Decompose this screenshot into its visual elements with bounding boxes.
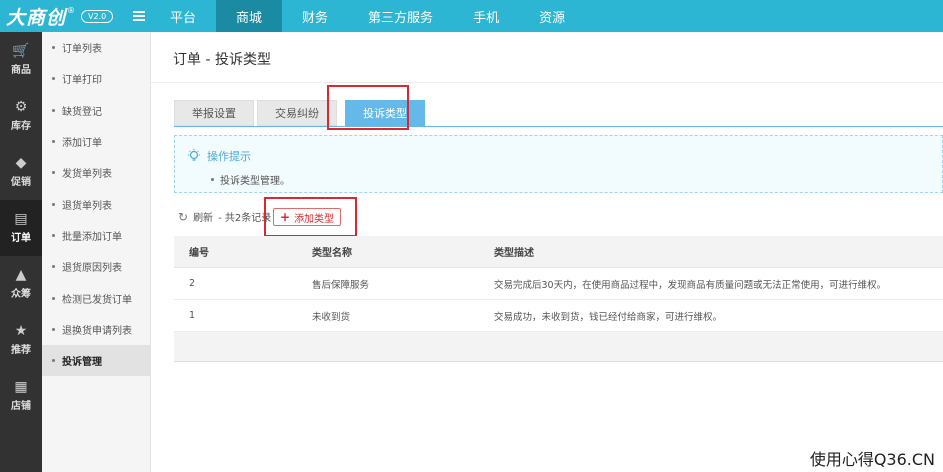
sidebar-label: 推荐 <box>11 345 31 356</box>
tag-icon: ◆ <box>15 155 27 171</box>
registered-mark: ® <box>67 6 76 15</box>
refresh-icon[interactable]: ↻ <box>178 210 188 224</box>
highlight-box-add <box>264 197 357 237</box>
cell-description: 交易成功，未收到货，钱已经付给商家，可进行维权。 <box>494 311 723 323</box>
tip-box: 操作提示 投诉类型管理。 <box>174 135 943 193</box>
submenu-order-print[interactable]: 订单打印 <box>42 63 150 94</box>
submenu-sidebar: 订单列表 订单打印 缺货登记 添加订单 发货单列表 退货单列表 批量添加订单 退… <box>42 32 151 472</box>
submenu-batch-add[interactable]: 批量添加订单 <box>42 220 150 251</box>
menu-toggle-icon[interactable] <box>133 11 146 21</box>
sidebar-item-stock[interactable]: ⚙ 库存 <box>0 88 42 144</box>
nav-finance[interactable]: 财务 <box>282 0 348 32</box>
icon-sidebar: 🛒 商品 ⚙ 库存 ◆ 促销 ▤ 订单 ▲ 众筹 ★ 推荐 ▦ 店铺 <box>0 32 42 472</box>
table-header: 编号 类型名称 类型描述 <box>174 236 943 268</box>
tab-underline <box>174 126 943 127</box>
cart-icon: 🛒 <box>12 43 30 59</box>
table-row[interactable]: 1 未收到货 交易成功，未收到货，钱已经付给商家，可进行维权。 <box>174 300 943 332</box>
submenu-delivery-list[interactable]: 发货单列表 <box>42 157 150 188</box>
complaint-types-table: 编号 类型名称 类型描述 2 售后保障服务 交易完成后30天内，在使用商品过程中… <box>174 236 943 362</box>
sidebar-label: 订单 <box>11 233 31 244</box>
sidebar-label: 库存 <box>11 121 31 132</box>
mountain-icon: ▲ <box>15 267 27 283</box>
submenu-return-list[interactable]: 退货单列表 <box>42 188 150 219</box>
sidebar-item-store[interactable]: ▦ 店铺 <box>0 368 42 424</box>
column-header-name[interactable]: 类型名称 <box>312 244 494 259</box>
cell-id: 2 <box>189 278 196 289</box>
tip-item: 投诉类型管理。 <box>211 172 290 187</box>
table-row[interactable]: 2 售后保障服务 交易完成后30天内，在使用商品过程中，发现商品有质量问题或无法… <box>174 268 943 300</box>
sidebar-label: 众筹 <box>11 289 31 300</box>
main-content: 订单 - 投诉类型 举报设置 交易纠纷 投诉类型 操作提示 投诉类型管理。 ↻ … <box>151 32 943 472</box>
submenu-return-reasons[interactable]: 退货原因列表 <box>42 251 150 282</box>
sidebar-label: 促销 <box>11 177 31 188</box>
highlight-box-tab <box>327 85 409 130</box>
tab-report-settings[interactable]: 举报设置 <box>174 100 254 126</box>
gears-icon: ⚙ <box>14 99 28 115</box>
sidebar-item-recommend[interactable]: ★ 推荐 <box>0 312 42 368</box>
sidebar-label: 店铺 <box>11 401 31 412</box>
sidebar-item-orders[interactable]: ▤ 订单 <box>0 200 42 256</box>
logo-area: 大商创 ® V2.0 <box>0 0 150 32</box>
lightbulb-icon <box>188 149 200 161</box>
table-footer <box>174 332 943 362</box>
watermark: 使用心得Q36.CN <box>807 446 937 470</box>
cell-name: 售后保障服务 <box>312 279 370 291</box>
list-toolbar: ↻ 刷新 - 共2条记录 <box>178 209 271 225</box>
top-bar: 大商创 ® V2.0 平台 商城 财务 第三方服务 手机 资源 <box>0 0 943 32</box>
submenu-add-order[interactable]: 添加订单 <box>42 126 150 157</box>
logo[interactable]: 大商创 <box>6 3 66 30</box>
submenu-exchange-requests[interactable]: 退换货申请列表 <box>42 314 150 345</box>
tab-disputes[interactable]: 交易纠纷 <box>257 100 337 126</box>
page-title: 订单 - 投诉类型 <box>173 52 271 68</box>
nav-resources[interactable]: 资源 <box>519 0 585 32</box>
title-divider <box>151 82 943 83</box>
submenu-check-shipped[interactable]: 检测已发货订单 <box>42 282 150 313</box>
nav-third-party[interactable]: 第三方服务 <box>348 0 453 32</box>
sidebar-label: 商品 <box>11 65 31 76</box>
sidebar-item-promotion[interactable]: ◆ 促销 <box>0 144 42 200</box>
cell-description: 交易完成后30天内，在使用商品过程中，发现商品有质量问题或无法正常使用，可进行维… <box>494 279 887 291</box>
submenu-stockout[interactable]: 缺货登记 <box>42 95 150 126</box>
nav-mobile[interactable]: 手机 <box>453 0 519 32</box>
cell-name: 未收到货 <box>312 311 351 323</box>
column-header-id[interactable]: 编号 <box>174 244 312 259</box>
submenu-complaints[interactable]: 投诉管理 <box>42 344 150 377</box>
column-header-description[interactable]: 类型描述 <box>494 244 943 259</box>
tip-title: 操作提示 <box>207 150 251 163</box>
store-icon: ▦ <box>14 379 28 395</box>
nav-platform[interactable]: 平台 <box>150 0 216 32</box>
sidebar-item-goods[interactable]: 🛒 商品 <box>0 32 42 88</box>
top-nav: 平台 商城 财务 第三方服务 手机 资源 <box>150 0 585 32</box>
version-badge: V2.0 <box>81 9 114 23</box>
star-icon: ★ <box>14 323 28 339</box>
sidebar-item-crowdfunding[interactable]: ▲ 众筹 <box>0 256 42 312</box>
cell-id: 1 <box>189 310 196 321</box>
submenu-order-list[interactable]: 订单列表 <box>42 32 150 63</box>
clipboard-icon: ▤ <box>14 211 28 227</box>
tip-header[interactable]: 操作提示 <box>187 148 251 164</box>
refresh-link[interactable]: 刷新 <box>193 209 213 224</box>
nav-mall[interactable]: 商城 <box>216 0 283 32</box>
